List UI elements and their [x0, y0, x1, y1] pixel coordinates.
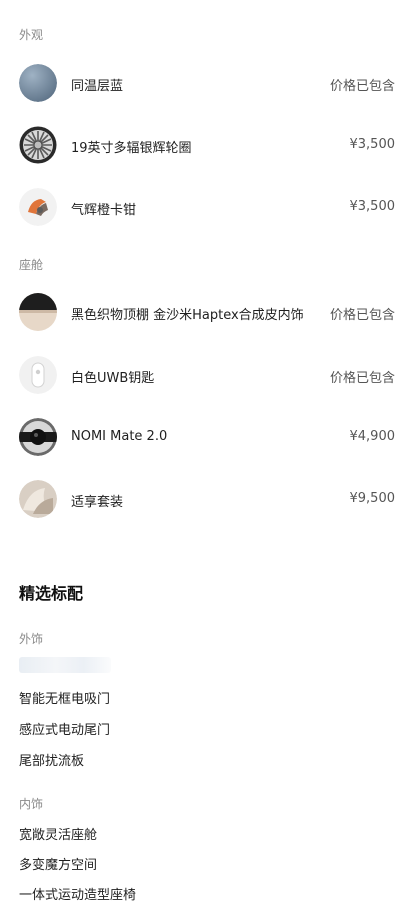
standard-features-title: 精选标配 [19, 584, 84, 603]
option-price: 价格已包含 [329, 371, 395, 386]
option-row-uwb-key[interactable]: 白色UWB钥匙 价格已包含 [0, 353, 414, 397]
option-price: 价格已包含 [329, 79, 395, 94]
paint-swatch-icon [19, 64, 57, 102]
option-price: ¥3,500 [349, 199, 396, 214]
feature-item: 多变魔方空间 [19, 858, 98, 873]
feature-item: 宽敞灵活座舱 [19, 828, 98, 843]
option-row-nomi[interactable]: NOMI Mate 2.0 ¥4,900 [0, 415, 414, 459]
section-label-exterior-trim: 外饰 [19, 632, 44, 646]
feature-item: 智能无框电吸门 [19, 692, 111, 707]
brake-caliper-icon [19, 188, 57, 226]
option-name: 黑色织物顶棚 金沙米Haptex合成皮内饰 [71, 308, 304, 323]
section-label-cabin: 座舱 [19, 258, 44, 272]
option-price: ¥9,500 [349, 491, 396, 506]
section-label-interior-trim: 内饰 [19, 797, 44, 811]
option-price: 价格已包含 [329, 308, 395, 323]
option-name: 19英寸多辐银辉轮圈 [71, 141, 192, 156]
option-name: NOMI Mate 2.0 [71, 429, 168, 444]
blurred-placeholder [19, 657, 111, 673]
option-price: ¥3,500 [349, 137, 396, 152]
option-name: 白色UWB钥匙 [71, 371, 155, 386]
option-row-comfort-package[interactable]: 适享套装 ¥9,500 [0, 477, 414, 521]
feature-item: 一体式运动造型座椅 [19, 888, 137, 903]
interior-swatch-icon [19, 293, 57, 331]
option-row-stratosphere-blue[interactable]: 同温层蓝 价格已包含 [0, 61, 414, 105]
feature-item: 尾部扰流板 [19, 754, 85, 769]
option-name: 适享套装 [71, 495, 124, 510]
package-icon [19, 480, 57, 518]
feature-item: 感应式电动尾门 [19, 723, 111, 738]
option-name: 气辉橙卡钳 [71, 203, 137, 218]
nomi-icon [19, 418, 57, 456]
option-row-wheels[interactable]: 19英寸多辐银辉轮圈 ¥3,500 [0, 123, 414, 167]
option-name: 同温层蓝 [71, 79, 124, 94]
wheel-icon [19, 126, 57, 164]
option-price: ¥4,900 [349, 429, 396, 444]
option-row-interior[interactable]: 黑色织物顶棚 金沙米Haptex合成皮内饰 价格已包含 [0, 290, 414, 334]
key-icon [19, 356, 57, 394]
section-label-exterior: 外观 [19, 28, 44, 42]
option-row-caliper[interactable]: 气辉橙卡钳 ¥3,500 [0, 185, 414, 229]
